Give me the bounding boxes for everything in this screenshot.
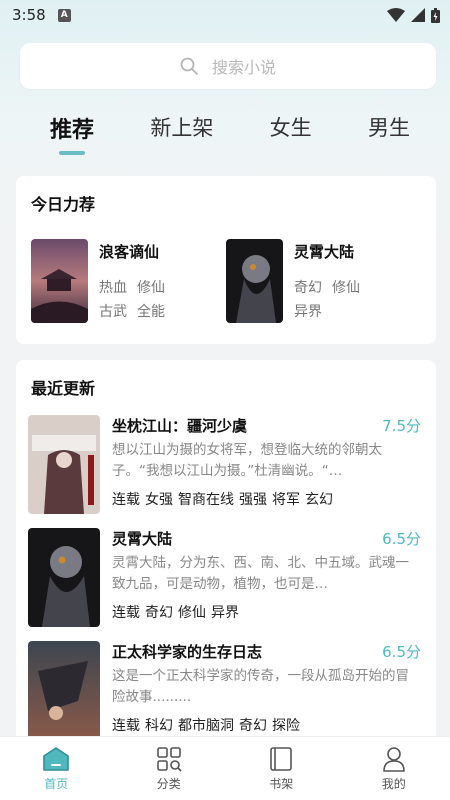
- book-cover: [31, 239, 88, 323]
- bookshelf-icon: [270, 746, 293, 771]
- book-title: 坐枕江山：疆河少虞: [112, 417, 248, 435]
- tag: 将军: [272, 492, 300, 508]
- tab-label: 男生: [368, 116, 410, 140]
- book-title: 灵霄大陆: [294, 243, 355, 261]
- book-score: 6.5分: [382, 643, 421, 661]
- book-score: 7.5分: [382, 417, 421, 435]
- tag: 强强: [239, 492, 267, 508]
- tag: 连载: [112, 605, 140, 621]
- tag: 女强: [145, 492, 173, 508]
- tab-label: 推荐: [50, 118, 95, 143]
- tag: 热血: [99, 280, 127, 296]
- book-description: 灵霄大陆，分为东、西、南、北、中五域。武魂一致九品，可是动物，植物，也可是…: [112, 555, 409, 592]
- search-input[interactable]: 搜索小说: [20, 43, 436, 89]
- book-description: 想以江山为摄的女将军，想登临大统的邻朝太子。“我想以江山为摄。”杜清幽说。“…: [112, 442, 382, 479]
- today-book-item[interactable]: 浪客谪仙 热血 修仙 古武 全能: [31, 239, 226, 324]
- nav-label: 我的: [381, 776, 406, 791]
- book-tags: 连载 科幻 都市脑洞 奇幻 探险: [112, 715, 421, 735]
- nav-label: 书架: [269, 776, 294, 791]
- nav-home[interactable]: 首页: [16, 746, 96, 792]
- nav-label: 分类: [156, 776, 181, 791]
- book-tags: 奇幻 修仙 异界: [294, 276, 370, 324]
- book-score: 6.5分: [382, 530, 421, 548]
- home-icon: [43, 746, 70, 771]
- tab-label: 女生: [269, 116, 312, 140]
- today-recommend-card: 今日力荐 浪客谪仙 热血 修仙 古武 全能 灵霄大陆 奇幻 修仙 异界: [16, 176, 436, 344]
- bottom-navigation: 首页 分类 书架 我的: [0, 736, 450, 800]
- tag: 连载: [112, 492, 140, 508]
- tab-male[interactable]: 男生: [368, 112, 410, 156]
- nav-label: 首页: [44, 776, 69, 791]
- tag: 玄幻: [305, 492, 333, 508]
- tab-label: 新上架: [150, 116, 214, 140]
- book-list-item[interactable]: 正太科学家的生存日志 6.5分 这是一个正太科学家的传奇，一段从孤岛开始的冒险故…: [28, 641, 421, 740]
- nav-profile[interactable]: 我的: [354, 746, 434, 792]
- book-cover: [226, 239, 283, 323]
- tab-active-indicator: [59, 151, 85, 155]
- status-bar: 3:58 A: [0, 0, 450, 30]
- book-tags: 热血 修仙 古武 全能: [99, 276, 175, 324]
- nav-bookshelf[interactable]: 书架: [241, 746, 321, 792]
- tag: 修仙: [137, 280, 165, 296]
- book-description: 这是一个正太科学家的传奇，一段从孤岛开始的冒险故事.........: [112, 668, 409, 705]
- category-icon: [156, 746, 182, 772]
- profile-icon: [382, 746, 405, 772]
- tag: 科幻: [145, 718, 173, 734]
- recent-updates-card: 最近更新 坐枕江山：疆河少虞 7.5分 想以江山为摄的女将军，想登临大统的邻朝太…: [16, 360, 436, 760]
- tag: 全能: [137, 304, 165, 320]
- tab-female[interactable]: 女生: [270, 112, 312, 156]
- section-title: 今日力荐: [31, 195, 96, 214]
- book-title: 灵霄大陆: [112, 530, 173, 548]
- category-tabs: 推荐 新上架 女生 男生: [0, 112, 450, 156]
- search-placeholder: 搜索小说: [211, 58, 276, 77]
- book-list-item[interactable]: 坐枕江山：疆河少虞 7.5分 想以江山为摄的女将军，想登临大统的邻朝太子。“我想…: [28, 415, 421, 514]
- search-icon: [180, 57, 198, 75]
- tag: 都市脑洞: [178, 718, 234, 734]
- tag: 异界: [211, 605, 239, 621]
- tag: 探险: [272, 718, 300, 734]
- tag: 奇幻: [145, 605, 173, 621]
- tag: 古武: [99, 304, 127, 320]
- tab-recommend[interactable]: 推荐: [50, 112, 94, 156]
- book-cover: [28, 641, 100, 740]
- book-title: 正太科学家的生存日志: [112, 643, 263, 661]
- signal-icon: [411, 8, 425, 22]
- tag: 奇幻: [294, 280, 322, 296]
- nav-category[interactable]: 分类: [129, 746, 209, 792]
- tag: 奇幻: [239, 718, 267, 734]
- status-time: 3:58: [12, 6, 46, 24]
- book-cover: [28, 415, 100, 514]
- book-cover: [28, 528, 100, 627]
- tag: 连载: [112, 718, 140, 734]
- tag: 修仙: [332, 280, 360, 296]
- tag: 异界: [294, 304, 322, 320]
- book-list-item[interactable]: 灵霄大陆 6.5分 灵霄大陆，分为东、西、南、北、中五域。武魂一致九品，可是动物…: [28, 528, 421, 627]
- notification-a-icon: A: [57, 8, 71, 22]
- section-title: 最近更新: [31, 379, 96, 398]
- book-tags: 连载 奇幻 修仙 异界: [112, 602, 421, 622]
- today-book-item[interactable]: 灵霄大陆 奇幻 修仙 异界: [226, 239, 421, 324]
- book-tags: 连载 女强 智商在线 强强 将军 玄幻: [112, 489, 421, 509]
- battery-icon: [431, 7, 440, 23]
- tab-new-arrivals[interactable]: 新上架: [150, 112, 213, 156]
- tag: 修仙: [178, 605, 206, 621]
- tag: 智商在线: [178, 492, 234, 508]
- wifi-icon: [387, 8, 405, 22]
- book-title: 浪客谪仙: [99, 243, 160, 261]
